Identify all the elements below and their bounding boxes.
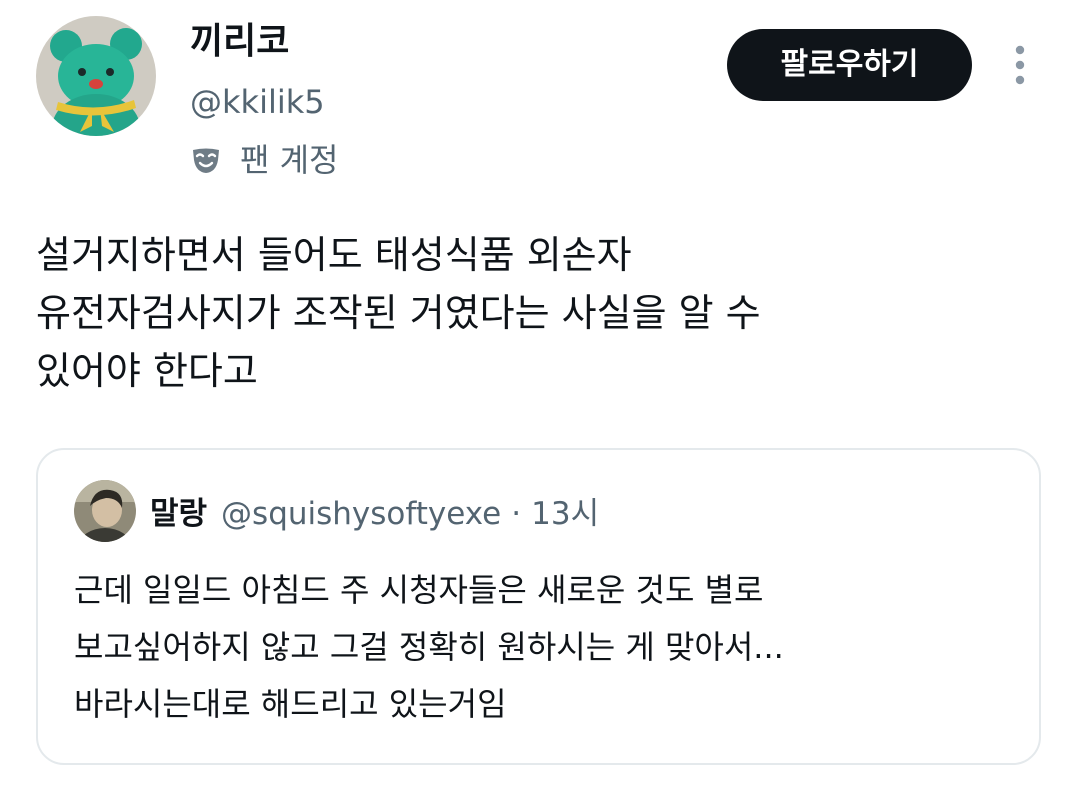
quoted-author-avatar[interactable] <box>74 480 136 542</box>
quoted-author-display-name[interactable]: 말랑 <box>150 488 207 533</box>
author-display-name[interactable]: 끼리코 <box>190 20 289 64</box>
tweet-text: 설거지하면서 들어도 태성식품 외손자 유전자검사지가 조작된 거였다는 사실을… <box>36 226 1046 400</box>
vertical-dots-icon <box>1015 45 1025 85</box>
tweet-text-line: 있어야 한다고 <box>36 349 258 393</box>
follow-button[interactable]: 팔로우하기 <box>727 29 972 101</box>
quoted-tweet-text-line: 근데 일일드 아침드 주 시청자들은 새로운 것도 별로 <box>74 571 764 609</box>
fan-account-label: 팬 계정 <box>240 141 339 179</box>
author-avatar[interactable] <box>36 16 156 136</box>
author-handle[interactable]: @kkilik5 <box>190 80 325 124</box>
quoted-tweet-text-line: 바라시는대로 해드리고 있는거임 <box>74 685 507 723</box>
quoted-tweet-card[interactable]: 말랑 @squishysoftyexe · 13시 근데 일일드 아침드 주 시… <box>36 448 1041 765</box>
quoted-tweet-header: 말랑 @squishysoftyexe · 13시 <box>150 488 599 533</box>
quoted-author-handle[interactable]: @squishysoftyexe <box>221 496 501 532</box>
theater-mask-icon <box>193 148 219 173</box>
quoted-tweet-text-line: 보고싶어하지 않고 그걸 정확히 원하시는 게 맞아서... <box>74 628 784 666</box>
quoted-tweet-text: 근데 일일드 아침드 주 시청자들은 새로운 것도 별로 보고싶어하지 않고 그… <box>74 562 1024 733</box>
quoted-tweet-timestamp[interactable]: 13시 <box>531 488 599 533</box>
teddy-bear-avatar-image <box>36 16 156 136</box>
tweet-text-line: 설거지하면서 들어도 태성식품 외손자 <box>36 233 632 277</box>
fan-account-badge: 팬 계정 <box>190 137 339 183</box>
header-separator: · <box>511 496 522 532</box>
tweet-text-line: 유전자검사지가 조작된 거였다는 사실을 알 수 <box>36 291 761 335</box>
person-photo-avatar-image <box>74 480 136 542</box>
more-options-button[interactable] <box>1003 42 1037 88</box>
